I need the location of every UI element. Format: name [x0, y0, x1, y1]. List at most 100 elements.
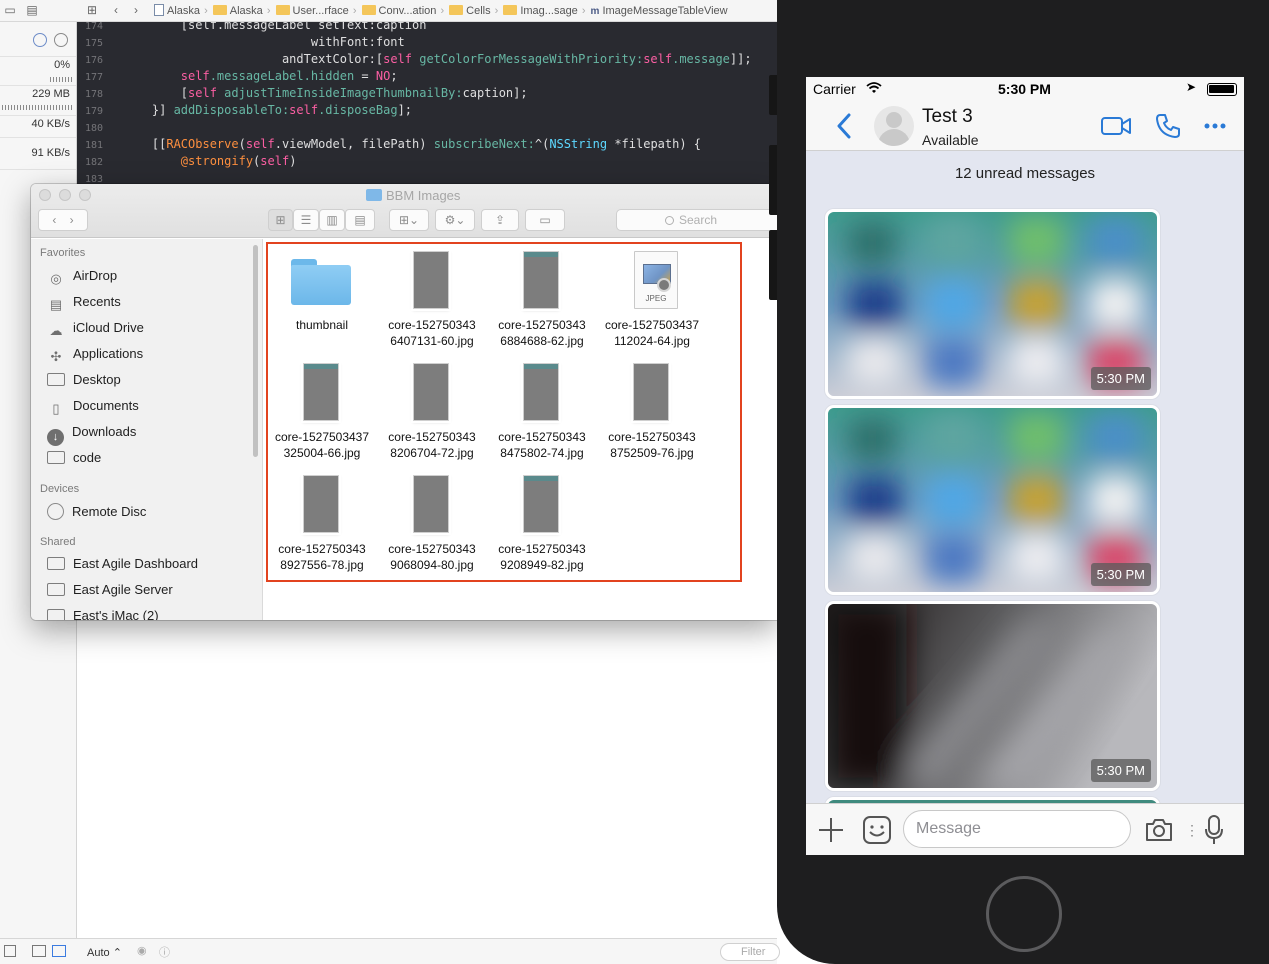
file-item[interactable]: core-1527503437 325004-66.jpg — [267, 359, 377, 467]
avatar[interactable] — [874, 106, 914, 146]
add-icon[interactable] — [817, 816, 845, 844]
message-input[interactable]: Message — [903, 810, 1131, 848]
code-line[interactable]: 182 @strongify(self) — [77, 153, 296, 170]
forward-icon[interactable]: › — [70, 213, 74, 227]
volume-up-button[interactable] — [769, 145, 777, 215]
sidebar-item-easts-imac[interactable]: East's iMac (2) — [47, 605, 159, 620]
grid-icon[interactable]: ⊞ — [84, 3, 100, 17]
sidebar-item-code[interactable]: code — [47, 447, 101, 469]
tag-icon[interactable]: ▭ — [2, 3, 18, 17]
folder-item[interactable]: thumbnail — [267, 247, 377, 355]
zoom-button[interactable] — [79, 189, 91, 201]
code-line[interactable]: 178 [self adjustTimeInsideImageThumbnail… — [77, 85, 528, 102]
file-item[interactable]: core-152750343 8927556-78.jpg — [267, 471, 377, 579]
sidebar-item-label: East Agile Dashboard — [73, 556, 199, 571]
search-field[interactable]: Search — [616, 209, 777, 231]
action-gear-button[interactable]: ⚙⌄ — [435, 209, 475, 231]
show-tab-icon[interactable] — [4, 945, 16, 957]
network-gauge[interactable]: 91 KB/s — [0, 138, 76, 170]
microphone-icon[interactable] — [1204, 814, 1224, 846]
file-item[interactable]: core-152750343 8752509-76.jpg — [597, 359, 707, 467]
file-item[interactable]: core-152750343 8206704-72.jpg — [377, 359, 487, 467]
image-thumbnail-icon — [523, 363, 559, 421]
minimize-button[interactable] — [59, 189, 71, 201]
forward-arrow-icon[interactable]: › — [128, 3, 144, 17]
sidebar-item-east-agile-dashboard[interactable]: East Agile Dashboard — [47, 553, 198, 575]
file-item[interactable]: core-152750343 9208949-82.jpg — [487, 471, 597, 579]
file-thumbnail — [377, 247, 487, 309]
code-line[interactable]: 181 [[RACObserve(self.viewModel, filePat… — [77, 136, 701, 153]
sidebar-item-east-agile-server[interactable]: East Agile Server — [47, 579, 173, 601]
video-call-icon[interactable] — [1101, 116, 1131, 136]
code-line[interactable]: 176 andTextColor:[self getColorForMessag… — [77, 51, 752, 68]
breadcrumb-item[interactable]: User...rface — [293, 5, 349, 17]
file-item[interactable]: core-152750343 9068094-80.jpg — [377, 471, 487, 579]
list-view-button[interactable]: ☰ — [293, 209, 319, 231]
group-by-button[interactable]: ⊞⌄ — [389, 209, 429, 231]
filter-field[interactable]: Filter — [720, 943, 780, 961]
file-name-line: core-1527503437 — [274, 430, 370, 444]
cpu-gauge[interactable]: 0% — [0, 57, 76, 86]
breadcrumb-item[interactable]: Cells — [466, 5, 490, 17]
sidebar-item-desktop[interactable]: Desktop — [47, 369, 121, 391]
column-view-button[interactable]: ▥ — [319, 209, 345, 231]
home-button[interactable] — [986, 876, 1062, 952]
contact-name[interactable]: Test 3 — [922, 106, 973, 128]
code-editor[interactable]: 174 [self.messageLabel setText:caption 17… — [77, 22, 777, 184]
back-chevron-icon[interactable] — [836, 113, 852, 139]
comment-icon[interactable]: ▤ — [24, 3, 40, 17]
code-line[interactable]: 183 — [77, 170, 123, 184]
file-item[interactable]: core-152750343 6884688-62.jpg — [487, 247, 597, 355]
code-line[interactable]: 177 self.messageLabel.hidden = NO; — [77, 68, 398, 85]
auto-select[interactable]: Auto ⌃ — [87, 946, 122, 959]
back-icon[interactable]: ‹ — [52, 213, 56, 227]
sidebar-item-recents[interactable]: ▤ Recents — [47, 291, 121, 313]
eye-icon[interactable]: ◉ — [137, 944, 147, 957]
info-icon[interactable]: ⓘ — [159, 944, 170, 960]
sidebar-item-airdrop[interactable]: ◎ AirDrop — [47, 265, 117, 287]
threads-icon[interactable] — [54, 33, 68, 47]
back-forward-buttons[interactable]: ‹ › — [38, 209, 88, 231]
code-line[interactable]: 180 — [77, 119, 123, 136]
disk-gauge[interactable]: 40 KB/s — [0, 116, 76, 138]
view-hierarchy-icon[interactable] — [32, 945, 46, 957]
gauge-icon[interactable] — [33, 33, 47, 47]
sidebar-item-remote-disc[interactable]: Remote Disc — [47, 501, 146, 523]
camera-icon[interactable] — [1144, 817, 1174, 843]
memory-gauge[interactable]: 229 MB — [0, 86, 76, 116]
back-arrow-icon[interactable]: ‹ — [108, 3, 124, 17]
code-token: ) — [289, 154, 297, 168]
image-message[interactable]: 5:30 PM — [825, 601, 1160, 791]
sidebar-item-applications[interactable]: ✣ Applications — [47, 343, 144, 365]
memory-graph-icon[interactable] — [52, 945, 66, 957]
breadcrumb-item[interactable]: Alaska — [167, 5, 200, 17]
gallery-view-button[interactable]: ▤ — [345, 209, 375, 231]
breadcrumb-item[interactable]: Conv...ation — [379, 5, 437, 17]
code-line[interactable]: 175 withFont:font — [77, 34, 405, 51]
mute-switch[interactable] — [769, 75, 777, 115]
icon-view-button[interactable]: ⊞ — [268, 209, 293, 231]
phone-call-icon[interactable] — [1155, 113, 1181, 139]
breadcrumb-item[interactable]: Imag...sage — [520, 5, 577, 17]
file-item[interactable]: core-152750343 8475802-74.jpg — [487, 359, 597, 467]
more-options-icon[interactable] — [1204, 123, 1226, 129]
sidebar-item-downloads[interactable]: ↓ Downloads — [47, 421, 136, 446]
file-item[interactable]: JPEG core-1527503437 112024-64.jpg — [597, 247, 707, 355]
sidebar-scrollbar[interactable] — [253, 245, 258, 457]
code-line[interactable]: 174 [self.messageLabel setText:caption — [77, 22, 427, 34]
sidebar-item-label: Recents — [73, 294, 121, 309]
line-number: 181 — [84, 140, 103, 151]
tags-button[interactable]: ▭ — [525, 209, 565, 231]
image-message[interactable]: 5:30 PM — [825, 209, 1160, 399]
file-item[interactable]: core-152750343 6407131-60.jpg — [377, 247, 487, 355]
close-button[interactable] — [39, 189, 51, 201]
image-message[interactable]: 5:30 PM — [825, 405, 1160, 595]
emoji-icon[interactable] — [862, 815, 892, 845]
volume-down-button[interactable] — [769, 230, 777, 300]
breadcrumb-item[interactable]: ImageMessageTableView — [602, 5, 727, 17]
share-button[interactable]: ⇪ — [481, 209, 519, 231]
code-line[interactable]: 179 }] addDisposableTo:self.disposeBag]; — [77, 102, 412, 119]
sidebar-item-documents[interactable]: ▯ Documents — [47, 395, 138, 417]
breadcrumb-item[interactable]: Alaska — [230, 5, 263, 17]
sidebar-item-icloud-drive[interactable]: ☁ iCloud Drive — [47, 317, 144, 339]
